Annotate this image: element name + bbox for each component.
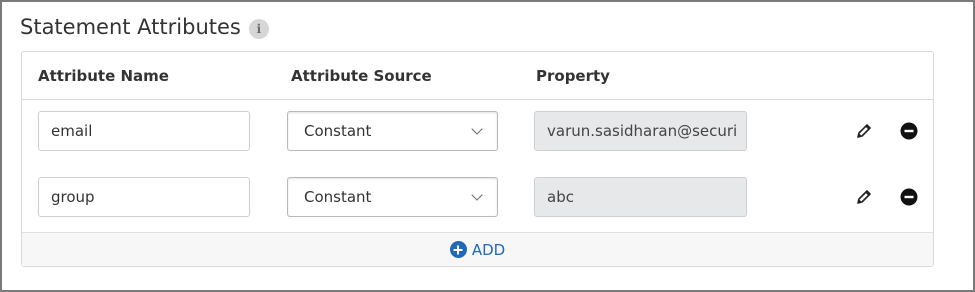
add-label: ADD <box>471 240 506 259</box>
column-header-attribute-name: Attribute Name <box>38 67 169 85</box>
add-attribute-button[interactable]: ADD <box>449 240 506 259</box>
minus-circle-icon[interactable] <box>898 186 920 208</box>
attribute-source-select[interactable]: Constant <box>287 177 498 217</box>
add-row-bar: ADD <box>22 232 933 266</box>
table-row: group Constant abc <box>22 166 933 232</box>
table-row: email Constant varun.sasidharan@securi <box>22 100 933 166</box>
attribute-source-value: Constant <box>304 188 372 206</box>
property-field: abc <box>534 177 747 217</box>
section-header: Statement Attributes i <box>20 15 269 39</box>
column-header-attribute-source: Attribute Source <box>291 67 432 85</box>
info-icon[interactable]: i <box>248 18 269 39</box>
attribute-name-input[interactable]: group <box>38 177 250 217</box>
attribute-source-select[interactable]: Constant <box>287 111 498 151</box>
table-header: Attribute Name Attribute Source Property <box>22 52 933 100</box>
pencil-icon[interactable] <box>853 186 875 208</box>
attribute-name-input[interactable]: email <box>38 111 250 151</box>
property-field: varun.sasidharan@securi <box>534 111 747 151</box>
statement-attributes-panel: Statement Attributes i Attribute Name At… <box>0 0 975 292</box>
chevron-down-icon <box>471 123 483 135</box>
section-title: Statement Attributes <box>20 15 241 39</box>
chevron-down-icon <box>471 189 483 201</box>
minus-circle-icon[interactable] <box>898 120 920 142</box>
attributes-table: Attribute Name Attribute Source Property… <box>21 51 934 267</box>
column-header-property: Property <box>536 67 610 85</box>
pencil-icon[interactable] <box>853 120 875 142</box>
plus-circle-icon <box>449 241 467 258</box>
attribute-source-value: Constant <box>304 122 372 140</box>
